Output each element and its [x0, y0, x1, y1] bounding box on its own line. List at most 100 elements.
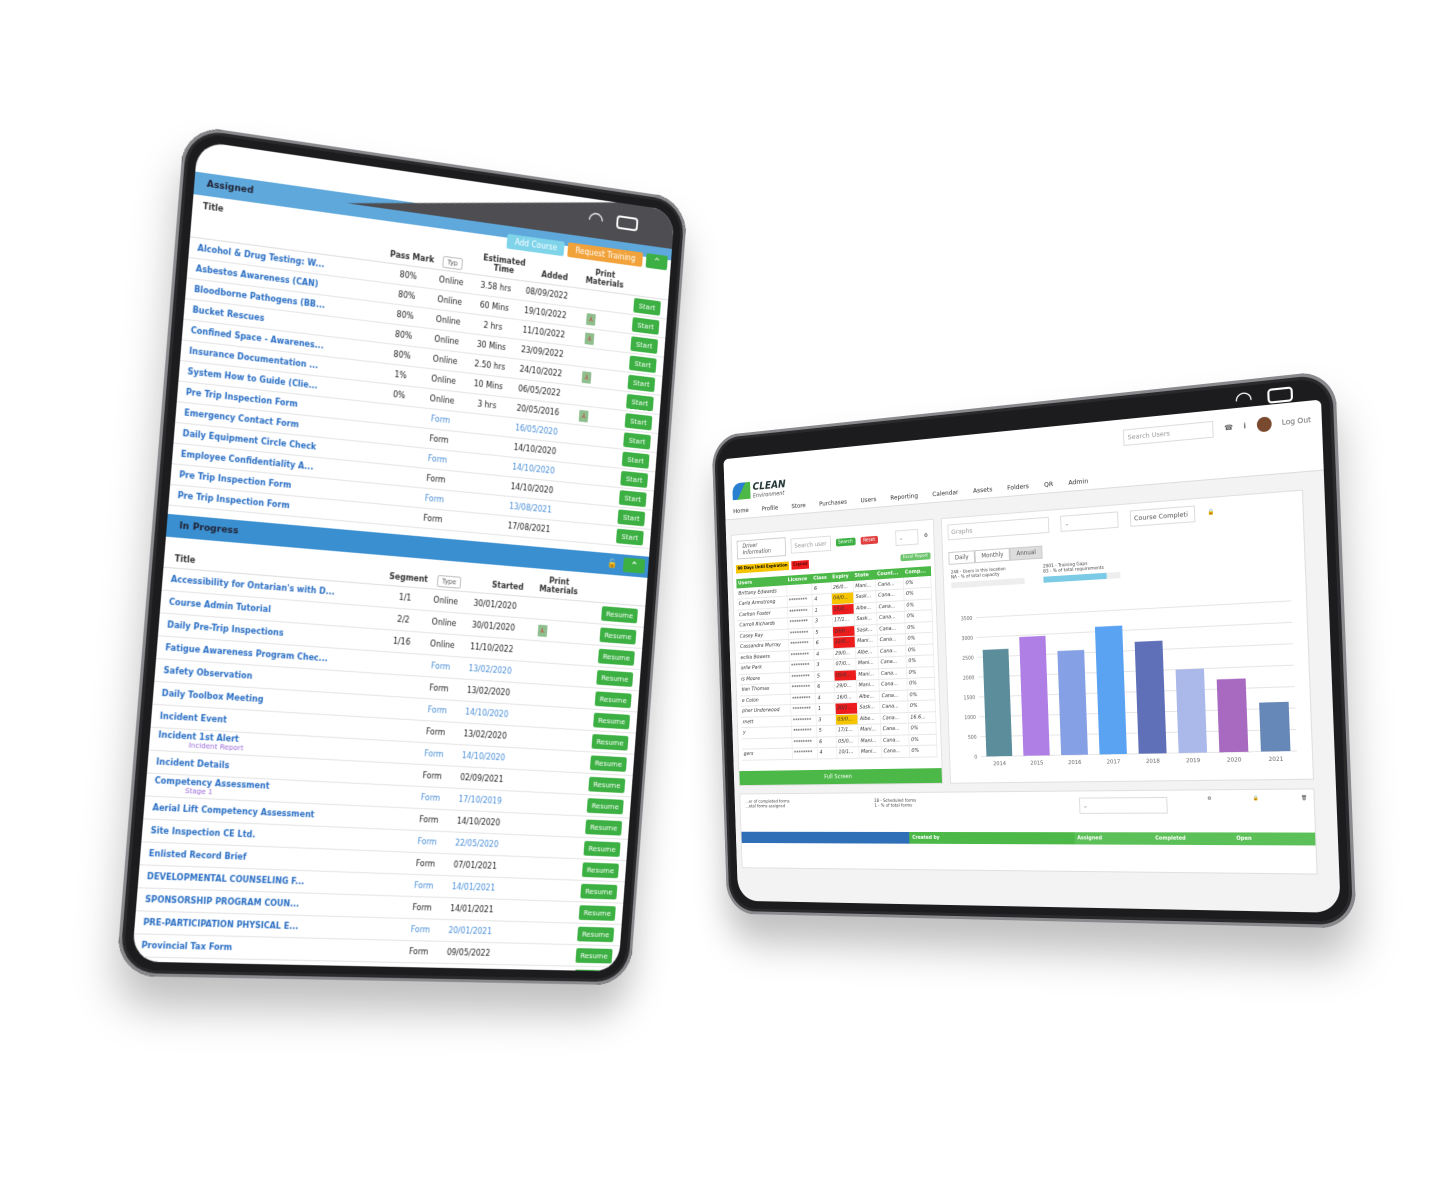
nav-reporting[interactable]: Reporting: [890, 492, 918, 502]
trash-icon[interactable]: 🗑: [1301, 796, 1308, 813]
resume-button[interactable]: Resume: [581, 862, 620, 879]
filter-select[interactable]: ⌄: [894, 528, 919, 547]
course-title-link[interactable]: Incident Event: [159, 712, 227, 725]
start-button[interactable]: Start: [624, 413, 653, 431]
nav-purchases[interactable]: Purchases: [819, 498, 847, 508]
avatar[interactable]: [1256, 416, 1272, 433]
course-title-link[interactable]: SPONSORSHIP PROGRAM COUN...: [145, 895, 300, 909]
resume-button[interactable]: Resume: [583, 840, 621, 857]
start-button[interactable]: Start: [627, 374, 656, 393]
resume-button[interactable]: Resume: [593, 712, 631, 730]
full-screen-button[interactable]: Full Screen: [739, 768, 943, 786]
start-button[interactable]: Start: [633, 297, 661, 316]
report-select[interactable]: Course Completi: [1129, 505, 1196, 527]
settings-icon[interactable]: ⚙: [924, 533, 929, 539]
course-title-link[interactable]: Site Inspection CE Ltd.: [150, 826, 255, 840]
course-title-link[interactable]: Alberta Tax Form: [139, 964, 219, 972]
type-filter-select[interactable]: Type: [436, 574, 462, 589]
nav-profile[interactable]: Profile: [762, 504, 779, 513]
course-title-link[interactable]: Aerial Lift Competency Assessment: [152, 803, 315, 819]
info-icon[interactable]: i: [1243, 422, 1246, 431]
forms-col-header[interactable]: Completed: [1152, 832, 1234, 846]
start-button[interactable]: Start: [618, 490, 647, 508]
pdf-icon[interactable]: ⅄: [581, 370, 592, 384]
course-title-link[interactable]: Provincial Tax Form: [141, 941, 232, 952]
period-select[interactable]: ⌄: [1060, 511, 1119, 533]
resume-button[interactable]: Resume: [573, 969, 612, 972]
phone-icon[interactable]: ☎: [1224, 423, 1233, 432]
nav-admin[interactable]: Admin: [1068, 477, 1088, 487]
resume-button[interactable]: Resume: [580, 883, 618, 900]
resume-button[interactable]: Resume: [577, 926, 615, 943]
start-button[interactable]: Start: [621, 451, 650, 469]
resume-button[interactable]: Resume: [601, 606, 639, 624]
tab-daily[interactable]: Daily: [948, 550, 976, 565]
nav-store[interactable]: Store: [791, 501, 806, 510]
nav-home[interactable]: Home: [733, 506, 749, 515]
course-title-link[interactable]: Daily Pre-Trip Inspections: [167, 620, 284, 638]
nav-users[interactable]: Users: [861, 495, 877, 504]
course-title-link[interactable]: Incident Details: [156, 757, 230, 770]
graphs-input[interactable]: Graphs: [947, 516, 1050, 541]
start-button[interactable]: Start: [631, 317, 660, 335]
start-button[interactable]: Start: [620, 470, 649, 488]
resume-button[interactable]: Resume: [575, 948, 613, 964]
pdf-icon[interactable]: ⅄: [584, 331, 595, 345]
pdf-icon[interactable]: ⅄: [585, 312, 596, 326]
course-type: Form: [430, 414, 451, 426]
estimated-time: 2 hrs: [483, 320, 503, 332]
start-button[interactable]: Start: [628, 355, 657, 374]
nav-folders[interactable]: Folders: [1007, 482, 1029, 492]
resume-button[interactable]: Resume: [588, 776, 626, 794]
resume-button[interactable]: Resume: [599, 627, 637, 645]
added-date: 17/08/2021: [507, 521, 551, 535]
reset-button[interactable]: Reset: [860, 535, 878, 545]
type-filter-select[interactable]: Typ: [442, 255, 463, 271]
start-button[interactable]: Start: [615, 528, 644, 546]
course-title-link[interactable]: Enlisted Record Brief: [148, 849, 246, 862]
start-button[interactable]: Start: [630, 336, 659, 354]
logout-link[interactable]: Log Out: [1282, 416, 1312, 427]
forms-col-header[interactable]: Created by: [909, 831, 1075, 845]
pdf-icon[interactable]: ⅄: [578, 409, 589, 423]
tab-annual[interactable]: Annual: [1009, 545, 1043, 561]
resume-button[interactable]: Resume: [586, 798, 624, 815]
resume-button[interactable]: Resume: [597, 648, 635, 666]
unlock-icon[interactable]: 🔓: [607, 559, 618, 570]
search-button[interactable]: Search: [835, 537, 856, 547]
lock-icon[interactable]: 🔒: [1207, 509, 1214, 516]
nav-calendar[interactable]: Calendar: [932, 488, 959, 498]
forms-col-header[interactable]: Assigned: [1074, 832, 1153, 845]
resume-button[interactable]: Resume: [591, 734, 629, 751]
tab-monthly[interactable]: Monthly: [974, 547, 1011, 564]
resume-button[interactable]: Resume: [589, 755, 627, 772]
nav-qr[interactable]: QR: [1044, 480, 1053, 489]
forms-select[interactable]: ⌄: [1078, 796, 1168, 814]
start-button[interactable]: Start: [626, 393, 654, 412]
resume-button[interactable]: Resume: [585, 819, 623, 836]
driver-information-button[interactable]: Driver Information: [736, 537, 787, 560]
excel-report-button[interactable]: Excel Report: [900, 552, 931, 562]
added-date: 06/05/2022: [517, 384, 561, 398]
course-title-link[interactable]: Safety Observation: [163, 666, 253, 681]
forms-col-header[interactable]: [741, 831, 910, 844]
search-user-input[interactable]: Search user: [790, 535, 831, 554]
resume-button[interactable]: Resume: [596, 670, 634, 687]
added-date: 16/05/2020: [514, 423, 558, 437]
course-title-link[interactable]: Daily Toolbox Meeting: [161, 689, 263, 705]
lock-icon[interactable]: 🔒: [1253, 796, 1260, 813]
course-type: Form: [417, 836, 438, 847]
course-title-link[interactable]: Course Admin Tutorial: [169, 597, 271, 614]
resume-button[interactable]: Resume: [594, 691, 632, 709]
course-title-link[interactable]: PRE-PARTICIPATION PHYSICAL E...: [143, 918, 299, 931]
pdf-icon[interactable]: ⅄: [537, 624, 548, 637]
collapse-in-progress-button[interactable]: ^: [622, 557, 646, 574]
resume-button[interactable]: Resume: [578, 905, 616, 921]
start-button[interactable]: Start: [623, 432, 651, 450]
nav-assets[interactable]: Assets: [973, 485, 993, 495]
start-button[interactable]: Start: [617, 509, 646, 527]
course-title-link[interactable]: DEVELOPMENTAL COUNSELING F...: [147, 872, 305, 887]
settings-icon[interactable]: ⚙: [1207, 797, 1212, 814]
driver-comp: 0%: [908, 722, 937, 735]
forms-col-header[interactable]: Open: [1232, 832, 1316, 846]
